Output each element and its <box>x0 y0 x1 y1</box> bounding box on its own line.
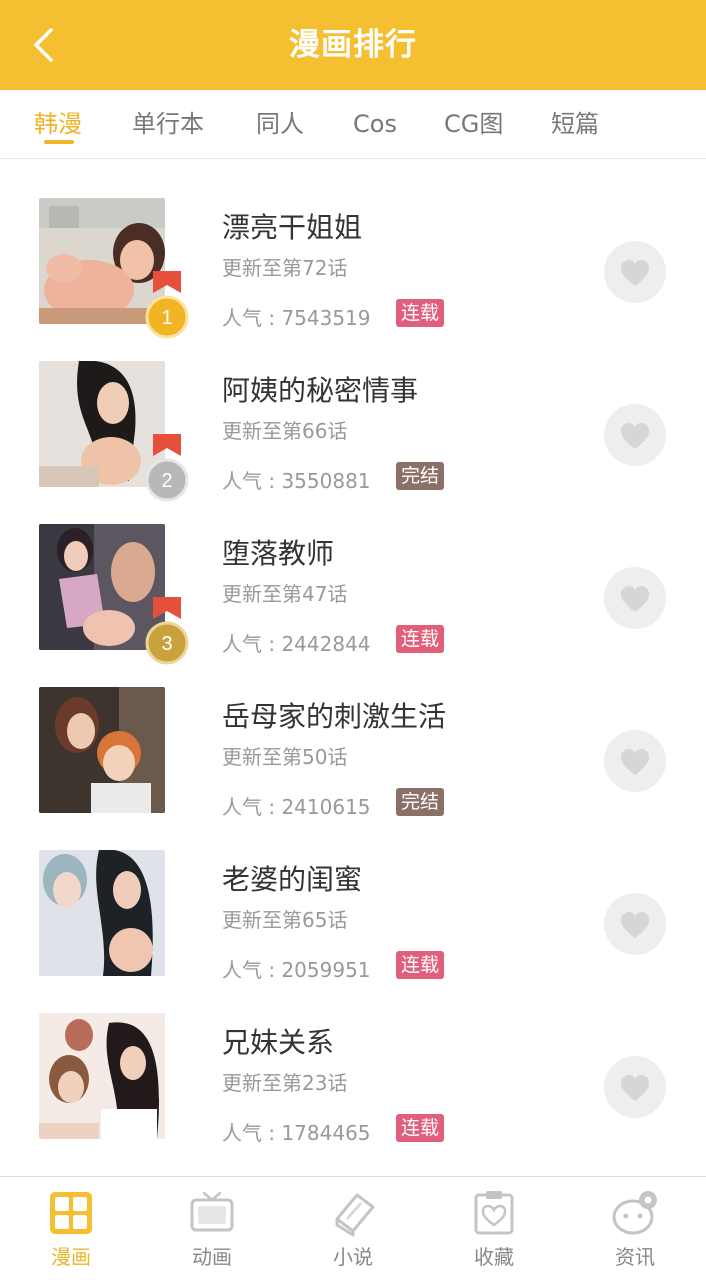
comic-title[interactable]: 老婆的闺蜜 <box>222 858 362 898</box>
favorite-button[interactable] <box>604 404 666 466</box>
favorite-button[interactable] <box>604 893 666 955</box>
nav-label: 漫画 <box>51 1245 91 1269</box>
heart-icon <box>621 749 649 775</box>
comic-title[interactable]: 兄妹关系 <box>222 1021 334 1061</box>
nav-item-favorites[interactable]: 收藏 <box>434 1177 554 1280</box>
tab-duanpian[interactable]: 短篇 <box>551 90 599 159</box>
heart-icon <box>621 423 649 449</box>
popularity: 人气 : 1784465 <box>222 1121 371 1145</box>
heart-icon <box>621 1075 649 1101</box>
list-item[interactable]: 岳母家的刺激生活 更新至第50话 人气 : 2410615 完结 <box>0 687 706 850</box>
comic-title[interactable]: 岳母家的刺激生活 <box>222 695 446 735</box>
list-item[interactable]: 2 阿姨的秘密情事 更新至第66话 人气 : 3550881 完结 <box>0 361 706 524</box>
tv-icon <box>190 1191 234 1232</box>
book-icon <box>335 1193 375 1237</box>
comic-title[interactable]: 漂亮干姐姐 <box>222 206 362 246</box>
tab-tongren[interactable]: 同人 <box>256 90 304 159</box>
rank-number: 2 <box>161 470 172 492</box>
tab-cg[interactable]: CG图 <box>444 90 503 159</box>
rank-medal: 1 <box>145 271 189 339</box>
status-badge: 连载 <box>396 299 445 327</box>
favorite-button[interactable] <box>604 567 666 629</box>
update-status: 更新至第23话 <box>222 1071 348 1095</box>
update-status: 更新至第66话 <box>222 419 348 443</box>
nav-label: 动画 <box>192 1245 232 1269</box>
list-item[interactable]: 3 堕落教师 更新至第47话 人气 : 2442844 连载 <box>0 524 706 687</box>
nav-label: 小说 <box>333 1245 373 1269</box>
app-header: 漫画排行 <box>0 0 706 90</box>
bottom-nav: 漫画 动画 小说 收藏 资讯 <box>0 1176 706 1280</box>
comic-title[interactable]: 堕落教师 <box>222 532 334 572</box>
nav-item-news[interactable]: 资讯 <box>575 1177 695 1280</box>
nav-item-comic[interactable]: 漫画 <box>11 1177 131 1280</box>
comic-cover[interactable] <box>39 1013 165 1139</box>
popularity: 人气 : 2442844 <box>222 632 371 656</box>
nav-label: 收藏 <box>474 1245 514 1269</box>
update-status: 更新至第47话 <box>222 582 348 606</box>
popularity: 人气 : 3550881 <box>222 469 371 493</box>
status-badge: 连载 <box>396 625 445 653</box>
status-badge: 连载 <box>396 951 445 979</box>
heart-icon <box>621 912 649 938</box>
ranking-list: 1 漂亮干姐姐 更新至第72话 人气 : 7543519 连载 2 阿姨的秘密情… <box>0 160 706 1176</box>
comic-cover[interactable] <box>39 687 165 813</box>
popularity: 人气 : 2410615 <box>222 795 371 819</box>
rank-number: 1 <box>161 307 172 329</box>
news-gear-icon <box>612 1191 657 1235</box>
comic-title[interactable]: 阿姨的秘密情事 <box>222 369 418 409</box>
list-item[interactable]: 老婆的闺蜜 更新至第65话 人气 : 2059951 连载 <box>0 850 706 1013</box>
nav-label: 资讯 <box>615 1245 655 1269</box>
update-status: 更新至第72话 <box>222 256 348 280</box>
status-badge: 连载 <box>396 1114 445 1142</box>
rank-number: 3 <box>161 633 172 655</box>
comic-grid-icon <box>50 1192 92 1234</box>
heart-icon <box>621 260 649 286</box>
list-item[interactable]: 1 漂亮干姐姐 更新至第72话 人气 : 7543519 连载 <box>0 198 706 361</box>
favorite-button[interactable] <box>604 730 666 792</box>
popularity: 人气 : 2059951 <box>222 958 371 982</box>
tab-cos[interactable]: Cos <box>353 90 397 159</box>
list-item[interactable]: 兄妹关系 更新至第23话 人气 : 1784465 连载 <box>0 1013 706 1176</box>
page-title: 漫画排行 <box>289 27 417 63</box>
update-status: 更新至第50话 <box>222 745 348 769</box>
status-badge: 完结 <box>396 462 445 490</box>
tab-danxingben[interactable]: 单行本 <box>132 90 204 159</box>
tab-hanman[interactable]: 韩漫 <box>34 90 82 159</box>
comic-cover[interactable] <box>39 850 165 976</box>
favorite-button[interactable] <box>604 241 666 303</box>
favorite-button[interactable] <box>604 1056 666 1118</box>
nav-item-animation[interactable]: 动画 <box>152 1177 272 1280</box>
popularity: 人气 : 7543519 <box>222 306 371 330</box>
update-status: 更新至第65话 <box>222 908 348 932</box>
rank-medal: 3 <box>145 597 189 665</box>
nav-item-novel[interactable]: 小说 <box>293 1177 413 1280</box>
heart-note-icon <box>474 1191 514 1235</box>
heart-icon <box>621 586 649 612</box>
active-tab-indicator <box>44 140 74 144</box>
status-badge: 完结 <box>396 788 445 816</box>
rank-medal: 2 <box>145 434 189 502</box>
category-tabs: 韩漫 单行本 同人 Cos CG图 短篇 <box>0 90 706 159</box>
